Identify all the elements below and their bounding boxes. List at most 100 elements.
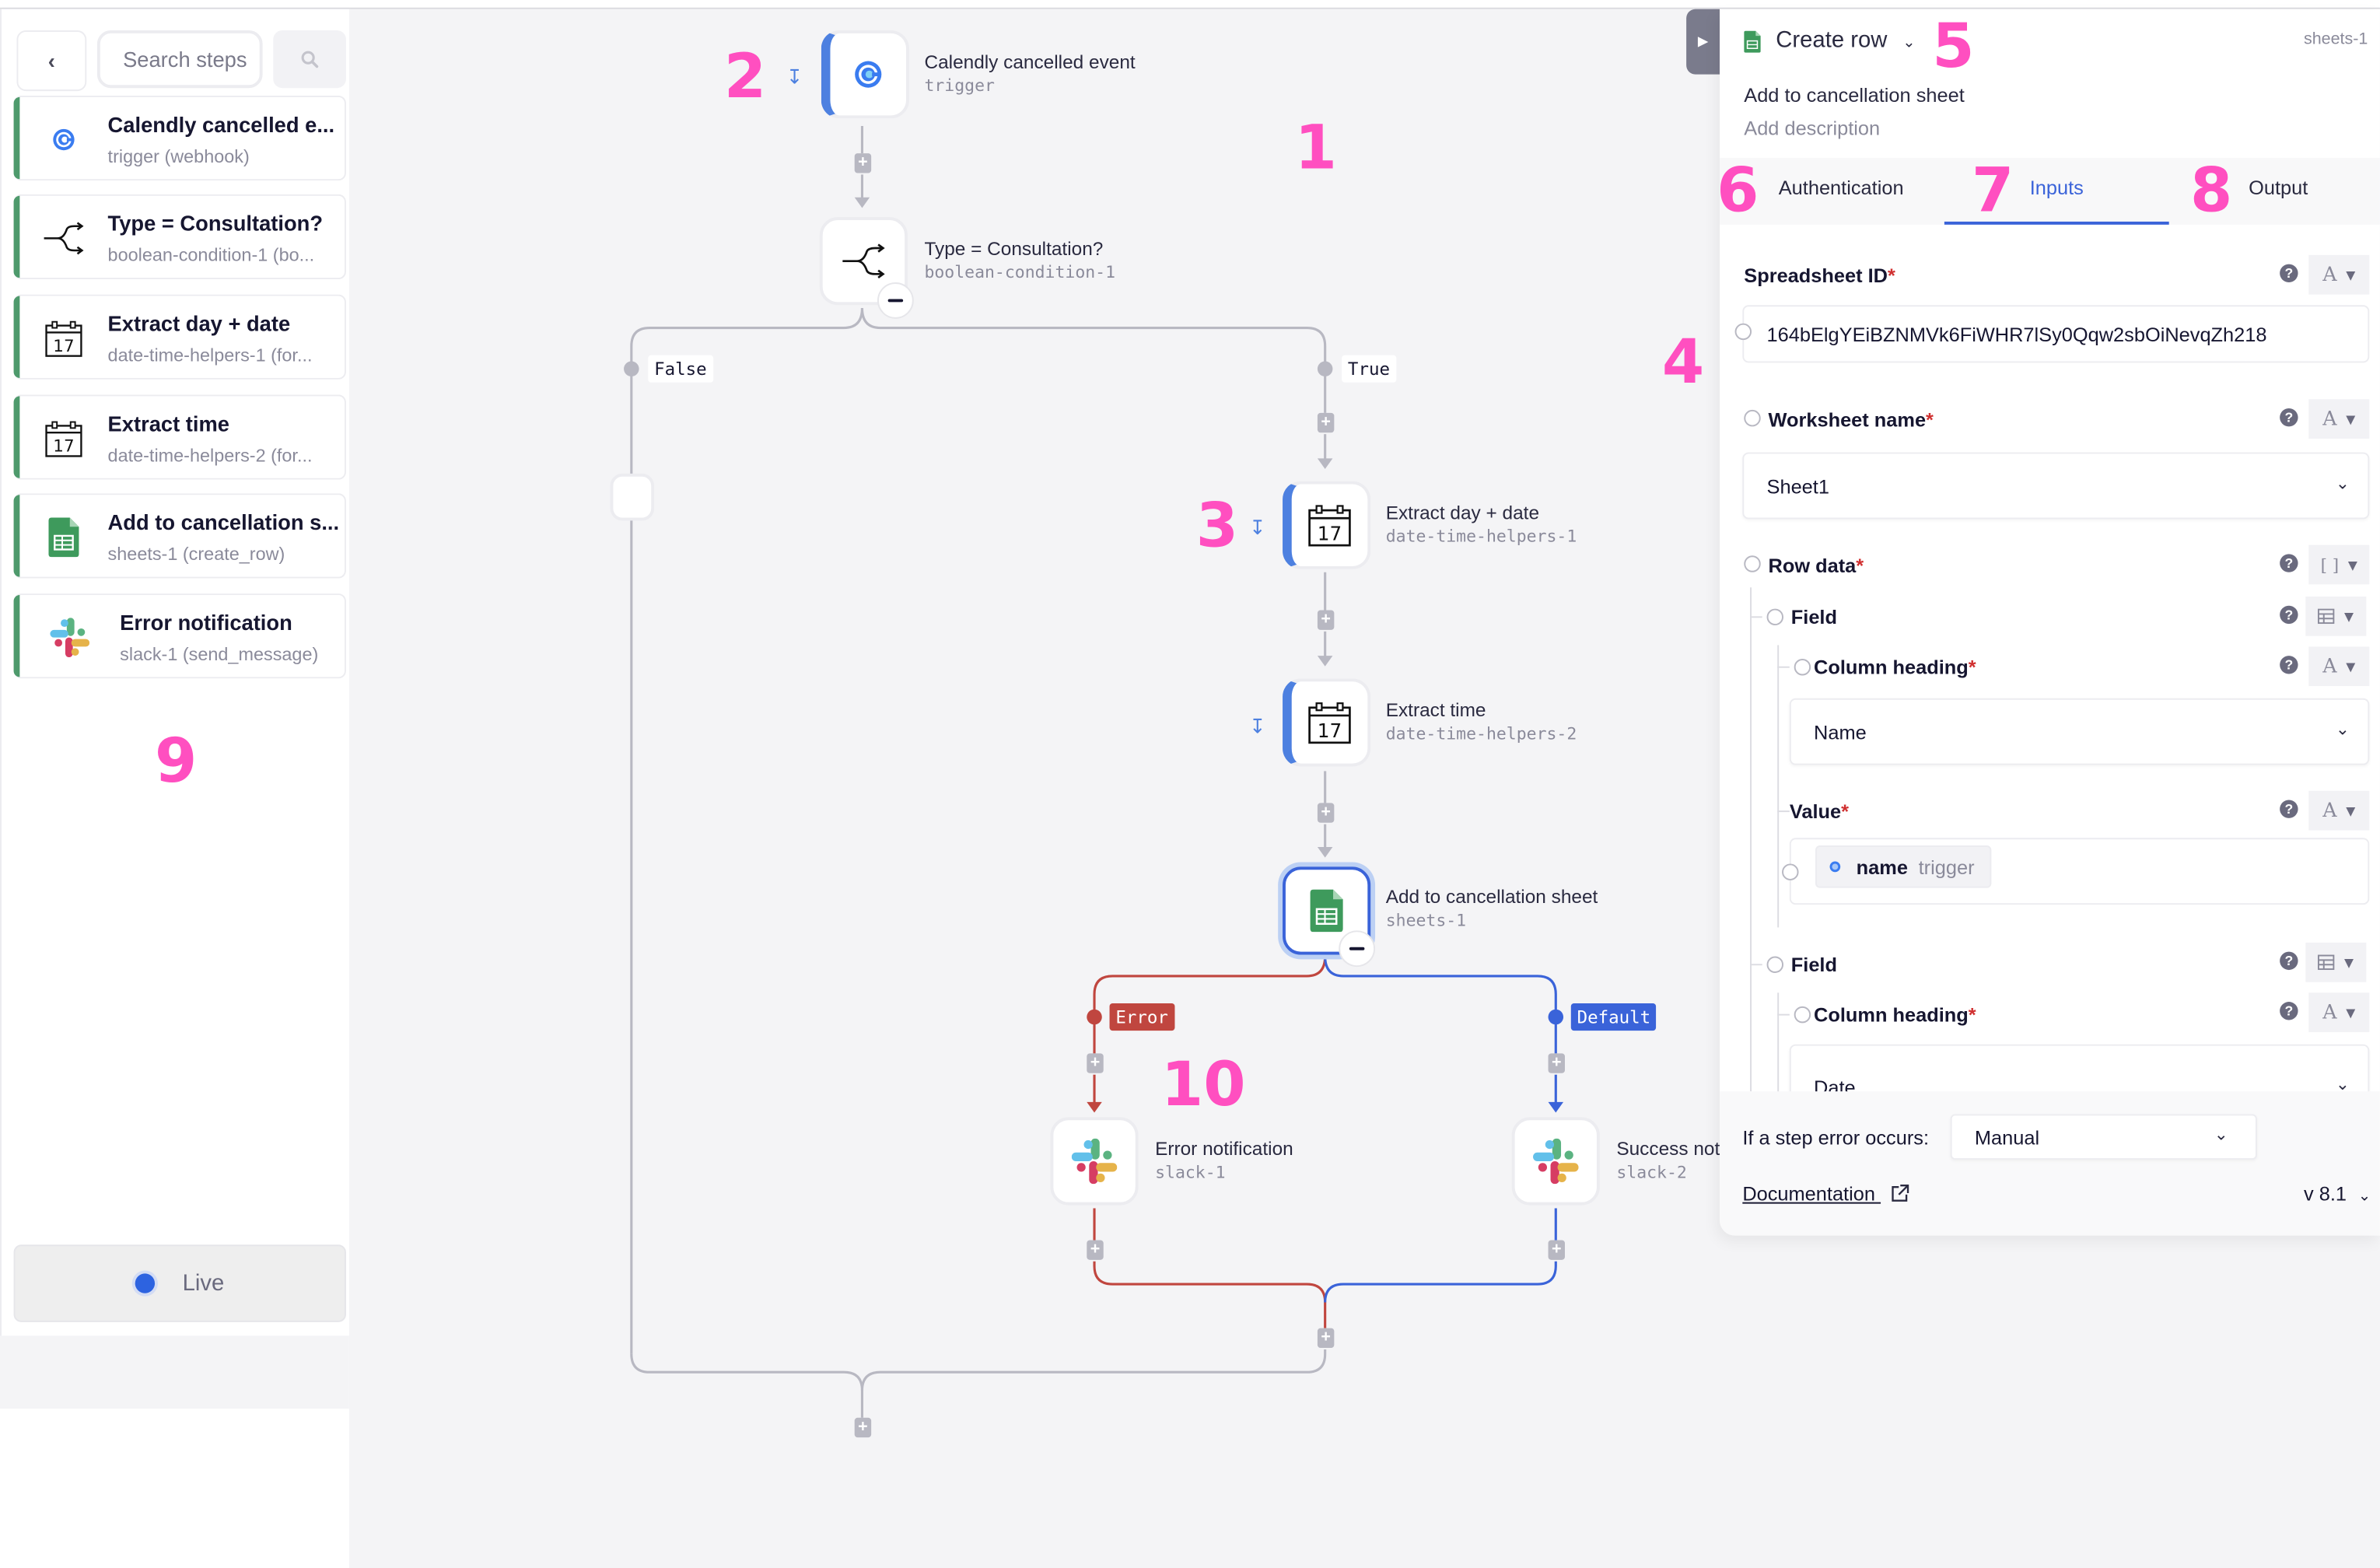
tab-output[interactable]: Output — [2221, 158, 2336, 225]
caret-right-icon: ▶ — [1697, 33, 1709, 49]
variable-chip[interactable]: name trigger — [1815, 845, 1992, 888]
node-title: Success not — [1616, 1138, 1720, 1160]
annotation-label: 9 — [155, 726, 198, 797]
type-selector[interactable]: A ▼ — [2308, 790, 2370, 831]
calendly-icon — [1829, 861, 1841, 873]
minus-icon — [1349, 947, 1365, 951]
type-selector[interactable]: ▼ — [2305, 942, 2367, 982]
annotation-label: 8 — [2190, 156, 2233, 226]
node-error-notification[interactable] — [1050, 1117, 1139, 1206]
connector-arrow — [1317, 656, 1333, 667]
documentation-link[interactable]: Documentation — [1742, 1182, 1909, 1206]
step-name[interactable]: Add to cancellation sheet — [1744, 83, 1965, 106]
app-stage: ‹ Calendly cancelled e... trigger (webho… — [0, 0, 2380, 1568]
value-input[interactable]: name trigger — [1789, 838, 2370, 905]
add-step-button[interactable]: + — [1317, 1328, 1335, 1349]
chevron-down-icon: ⌄ — [2335, 474, 2350, 494]
column-heading-select[interactable]: Name ⌄ — [1789, 698, 2370, 765]
add-step-button[interactable]: + — [1087, 1053, 1104, 1073]
connector-merge — [860, 1349, 1327, 1391]
branch-dot-error — [1087, 1009, 1102, 1025]
node-title: Type = Consultation? — [924, 238, 1104, 260]
description-field[interactable]: Add description — [1744, 117, 1880, 139]
chevron-down-icon: ⌄ — [2214, 1126, 2228, 1145]
help-icon[interactable]: ? — [2280, 951, 2298, 971]
type-selector[interactable]: A ▼ — [2308, 399, 2370, 439]
help-icon[interactable]: ? — [2280, 605, 2298, 625]
version-selector[interactable]: v 8.1 ⌄ — [2304, 1182, 2371, 1205]
radio-row-data[interactable] — [1744, 555, 1761, 572]
tree-line — [1750, 616, 1762, 618]
add-step-button[interactable]: + — [1317, 610, 1335, 630]
node-subtitle: trigger — [924, 75, 995, 96]
add-step-button[interactable]: + — [1548, 1240, 1565, 1260]
annotation-label: 1 — [1294, 114, 1337, 184]
field-label-row-data: Row data* — [1768, 554, 1864, 577]
branch-label-false: False — [648, 355, 713, 383]
radio-field[interactable] — [1766, 608, 1784, 626]
node-trigger[interactable] — [821, 30, 909, 119]
annotation-label: 5 — [1932, 12, 1975, 82]
spreadsheet-id-input[interactable]: 164bElgYEiBZNMVk6FiWHR7lSy0Qqw2sbOiNevqZ… — [1742, 305, 2370, 363]
download-arrow-icon[interactable]: ↧ — [786, 67, 803, 86]
worksheet-name-select[interactable]: Sheet1 ⌄ — [1742, 452, 2370, 520]
collapse-branch-button[interactable] — [877, 282, 914, 319]
node-subtitle: slack-2 — [1616, 1162, 1687, 1183]
download-arrow-icon[interactable]: ↧ — [1249, 517, 1265, 537]
type-selector[interactable]: A ▼ — [2308, 254, 2370, 295]
branch-dot-true — [1317, 361, 1333, 376]
tree-line — [1777, 645, 1780, 928]
tab-authentication[interactable]: Authentication — [1766, 158, 1917, 225]
action-selector[interactable]: Create row ⌄ — [1776, 27, 1915, 53]
collapse-branch-button[interactable] — [1339, 930, 1376, 968]
radio-spreadsheet-id[interactable] — [1734, 323, 1752, 341]
help-icon[interactable]: ? — [2280, 800, 2298, 818]
slack-icon — [1533, 1138, 1579, 1185]
node-extract-date[interactable]: 17 — [1283, 481, 1371, 569]
panel-footer: If a step error occurs: Manual ⌄ Documen… — [1720, 1091, 2380, 1236]
field-label-field: Field — [1790, 953, 1837, 976]
tree-line — [1750, 964, 1762, 966]
add-step-button[interactable]: + — [1317, 803, 1335, 823]
collapse-panel-button[interactable]: ▶ — [1686, 9, 1720, 75]
node-success-notification[interactable] — [1511, 1117, 1600, 1206]
add-step-button[interactable]: + — [1317, 412, 1335, 433]
error-handling-label: If a step error occurs: — [1742, 1126, 1930, 1150]
branch-label-true: True — [1342, 355, 1396, 383]
add-step-button[interactable]: + — [854, 153, 872, 173]
help-icon[interactable]: ? — [2280, 656, 2298, 674]
branch-label-default: Default — [1570, 1003, 1657, 1031]
radio-worksheet-name[interactable] — [1744, 409, 1761, 427]
add-step-button[interactable]: + — [1087, 1240, 1104, 1260]
node-title: Extract day + date — [1385, 502, 1540, 524]
help-icon[interactable]: ? — [2280, 264, 2298, 282]
type-selector[interactable]: [ ] ▼ — [2308, 544, 2370, 585]
add-step-button[interactable]: + — [1548, 1053, 1565, 1073]
radio-column-heading[interactable] — [1794, 658, 1811, 676]
google-sheets-icon — [1310, 889, 1343, 933]
branch-dot-default — [1548, 1009, 1564, 1025]
connector-arrow — [854, 197, 870, 208]
node-subtitle: boolean-condition-1 — [924, 262, 1116, 282]
help-icon[interactable]: ? — [2280, 408, 2298, 427]
connector-true-branch — [860, 308, 1327, 413]
field-label-value: Value* — [1789, 800, 1849, 823]
type-selector[interactable]: A ▼ — [2308, 992, 2370, 1033]
add-step-button[interactable]: + — [854, 1417, 872, 1438]
type-selector[interactable]: ▼ — [2305, 596, 2367, 636]
download-arrow-icon[interactable]: ↧ — [1249, 716, 1265, 736]
type-selector[interactable]: A ▼ — [2308, 646, 2370, 687]
svg-text:17: 17 — [1318, 522, 1342, 544]
help-icon[interactable]: ? — [2280, 1002, 2298, 1020]
connector-default-merge — [1324, 1261, 1557, 1303]
help-icon[interactable]: ? — [2280, 554, 2298, 572]
connector-merge — [630, 1353, 864, 1418]
node-placeholder-false[interactable] — [610, 473, 655, 521]
error-handling-select[interactable]: Manual ⌄ — [1950, 1114, 2257, 1160]
radio-column-heading[interactable] — [1794, 1006, 1811, 1024]
node-extract-time[interactable]: 17 — [1283, 678, 1371, 767]
annotation-label: 3 — [1195, 492, 1239, 562]
node-title: Calendly cancelled event — [924, 51, 1136, 73]
radio-field[interactable] — [1766, 956, 1784, 973]
radio-value[interactable] — [1782, 863, 1799, 880]
